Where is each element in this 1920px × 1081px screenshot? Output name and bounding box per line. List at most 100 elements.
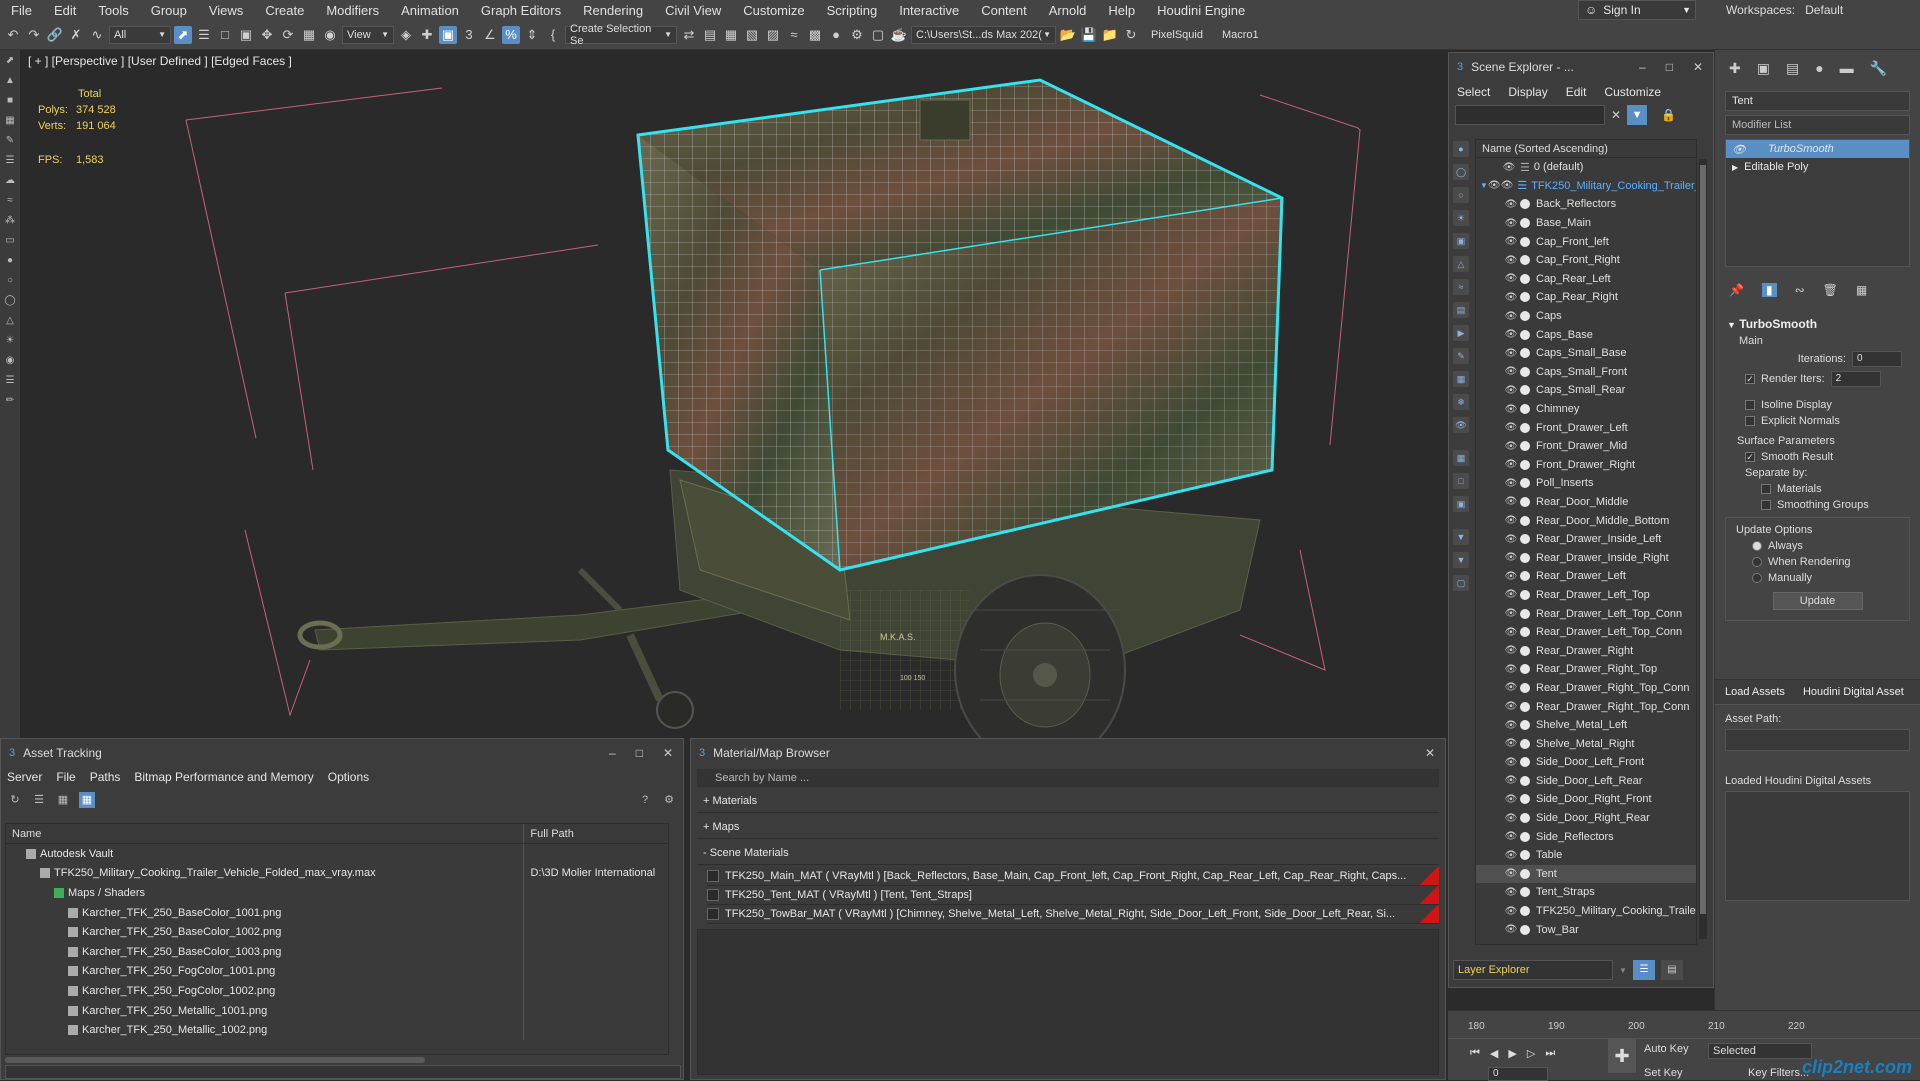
scene-item[interactable]: 👁 Tent_Straps [1476, 883, 1696, 902]
display-none2-icon[interactable]: □ [1453, 473, 1469, 489]
filter3-icon[interactable]: ▼ [1453, 552, 1469, 568]
visibility-icon[interactable]: 👁 [1504, 478, 1518, 489]
cone2-icon[interactable]: △ [3, 314, 17, 328]
key-selection-dropdown[interactable]: Selected [1708, 1043, 1812, 1059]
asset-menu-options[interactable]: Options [328, 770, 369, 784]
box-icon[interactable]: ■ [3, 94, 17, 108]
visibility-icon[interactable]: 👁 [1504, 255, 1518, 266]
visibility-icon[interactable]: 👁 [1504, 311, 1518, 322]
scene-material-row[interactable]: TFK250_Main_MAT ( VRayMtl ) [Back_Reflec… [707, 867, 1439, 886]
bind-spacewarp-icon[interactable]: ∿ [88, 26, 106, 44]
section-scene-materials[interactable]: - Scene Materials [697, 841, 1439, 865]
list-view-icon[interactable]: ☰ [31, 792, 47, 808]
always-radio[interactable] [1752, 541, 1762, 551]
toggle-scene-explorer-icon[interactable]: ▦ [722, 26, 740, 44]
folder-icon[interactable]: 📁 [1101, 26, 1119, 44]
select-by-name-icon[interactable]: ☰ [195, 26, 213, 44]
display-bones-icon[interactable]: ✎ [1453, 348, 1469, 364]
display-containers-icon[interactable]: ▦ [1453, 371, 1469, 387]
workspaces-dropdown[interactable]: Workspaces: Default [1726, 0, 1843, 20]
settings-icon[interactable]: ⚙ [661, 792, 677, 808]
manually-radio[interactable] [1752, 573, 1762, 583]
remove-modifier-icon[interactable]: 🗑 [1823, 283, 1838, 297]
display-helpers-icon[interactable]: △ [1453, 256, 1469, 272]
material-editor-icon[interactable]: ● [827, 26, 845, 44]
link-icon[interactable]: 🔗 [46, 26, 64, 44]
reference-coord-dropdown[interactable]: View ▼ [342, 25, 394, 44]
stripes-icon[interactable]: ☰ [3, 374, 17, 388]
visibility-icon[interactable]: 👁 [1504, 850, 1518, 861]
visibility-icon[interactable]: 👁 [1504, 794, 1518, 805]
menu-scripting[interactable]: Scripting [816, 3, 889, 18]
schematic-view-icon[interactable]: ▩ [806, 26, 824, 44]
isoline-checkbox[interactable] [1745, 400, 1755, 410]
scene-item[interactable]: 👁 Table [1476, 846, 1696, 865]
menu-views[interactable]: Views [198, 3, 254, 18]
scene-item[interactable]: 👁 Shelve_Metal_Right [1476, 734, 1696, 753]
particle-icon[interactable]: ⁂ [3, 214, 17, 228]
scene-scrollbar[interactable] [1699, 159, 1707, 939]
smoothing-groups-checkbox[interactable] [1761, 500, 1771, 510]
asset-row[interactable]: Karcher_TFK_250_FogColor_1002.png [6, 981, 668, 1001]
asset-path-field[interactable] [1725, 729, 1910, 751]
scene-root-object[interactable]: ▼ 👁 👁 ☰ TFK250_Military_Cooking_Trailer_… [1476, 177, 1696, 196]
project-path-dropdown[interactable]: C:\Users\St...ds Max 202(▼ [911, 25, 1056, 44]
menu-edit[interactable]: Edit [43, 3, 87, 18]
filter-icon[interactable]: ▼ [1627, 105, 1648, 125]
named-selection-dropdown[interactable]: Create Selection Se ▼ [565, 23, 677, 47]
visibility-icon[interactable]: 👁 [1502, 162, 1516, 173]
scene-item[interactable]: 👁 Rear_Drawer_Inside_Left [1476, 530, 1696, 549]
render-iters-checkbox[interactable]: ✓ [1745, 374, 1755, 384]
scene-item[interactable]: 👁 Caps_Small_Base [1476, 344, 1696, 363]
wave-icon[interactable]: ≈ [3, 194, 17, 208]
layers-mode-icon[interactable]: ☰ [1632, 960, 1655, 980]
rect-selection-icon[interactable]: □ [216, 26, 234, 44]
menu-content[interactable]: Content [970, 3, 1038, 18]
visibility-icon[interactable]: 👁 [1504, 459, 1518, 470]
asset-menu-bitmap-performance-and-memory[interactable]: Bitmap Performance and Memory [134, 770, 313, 784]
section-materials[interactable]: + Materials [697, 789, 1439, 813]
display-none-icon[interactable]: ● [1453, 141, 1469, 157]
tab-houdini-digital-asset[interactable]: Houdini Digital Asset [1803, 686, 1904, 698]
display-invert-icon[interactable]: ▣ [1453, 496, 1469, 512]
set-key-button[interactable]: Set Key [1644, 1067, 1683, 1079]
scene-item[interactable]: 👁 Cap_Rear_Left [1476, 270, 1696, 289]
pen-icon[interactable]: ✏ [3, 394, 17, 408]
smooth-result-checkbox[interactable]: ✓ [1745, 452, 1755, 462]
menu-interactive[interactable]: Interactive [888, 3, 970, 18]
sphere2-icon[interactable]: ◉ [3, 354, 17, 368]
scene-item[interactable]: 👁 Caps_Small_Front [1476, 363, 1696, 382]
refresh-icon[interactable]: ↻ [1122, 26, 1140, 44]
loaded-hda-list[interactable] [1725, 791, 1910, 901]
render-production-icon[interactable]: ☕ [890, 26, 908, 44]
pixelsquid-button[interactable]: PixelSquid [1143, 29, 1211, 41]
open-icon[interactable]: 📂 [1059, 26, 1077, 44]
sphere-icon[interactable]: ● [3, 254, 17, 268]
mirror-icon[interactable]: ⇄ [680, 26, 698, 44]
layers-icon[interactable]: ☰ [3, 154, 17, 168]
visibility-icon[interactable]: 👁 [1504, 682, 1518, 693]
scene-item[interactable]: 👁 Front_Drawer_Right [1476, 456, 1696, 475]
scene-item[interactable]: 👁 Rear_Drawer_Inside_Right [1476, 548, 1696, 567]
scene-item[interactable]: 👁 Rear_Drawer_Right_Top [1476, 660, 1696, 679]
visibility-icon[interactable]: 👁 [1504, 552, 1518, 563]
close-icon[interactable]: ✕ [663, 746, 673, 760]
scene-item[interactable]: 👁 Side_Door_Left_Rear [1476, 772, 1696, 791]
scene-item[interactable]: 👁 Rear_Drawer_Right [1476, 641, 1696, 660]
material-browser-titlebar[interactable]: 3 Material/Map Browser ✕ [691, 739, 1445, 767]
visibility-icon[interactable]: 👁 [1504, 292, 1518, 303]
hierarchy-mode-icon[interactable]: ▤ [1660, 960, 1683, 980]
display-cameras-icon[interactable]: ▣ [1453, 233, 1469, 249]
maximize-icon[interactable]: □ [1666, 60, 1673, 74]
toggle-ribbon-icon[interactable]: ▨ [764, 26, 782, 44]
pin-stack-icon[interactable]: 📌 [1729, 283, 1744, 297]
select-manipulate-icon[interactable]: ✚ [418, 26, 436, 44]
menu-civil-view[interactable]: Civil View [654, 3, 732, 18]
materials-checkbox[interactable] [1761, 484, 1771, 494]
scene-item[interactable]: 👁 Side_Door_Left_Front [1476, 753, 1696, 772]
visibility-icon[interactable]: 👁 [1504, 887, 1518, 898]
visibility-icon[interactable]: 👁 [1504, 534, 1518, 545]
visibility-icon[interactable]: 👁 [1504, 831, 1518, 842]
scene-item[interactable]: 👁 Cap_Rear_Right [1476, 288, 1696, 307]
visibility-icon[interactable]: 👁 [1504, 627, 1518, 638]
